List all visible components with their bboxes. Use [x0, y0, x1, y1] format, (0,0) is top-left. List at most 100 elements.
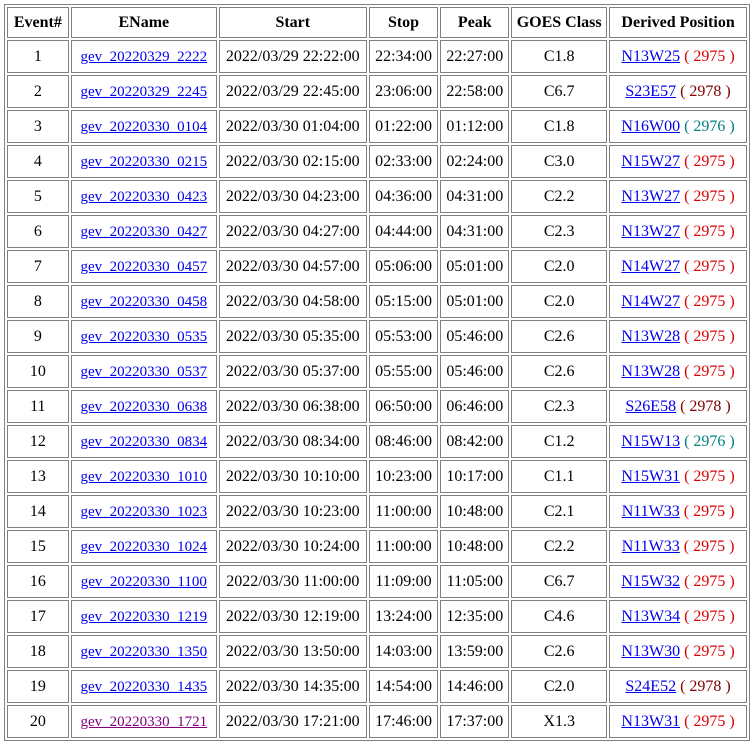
- ename-link[interactable]: gev_20220330_1721: [80, 714, 207, 730]
- ename-link[interactable]: gev_20220330_0834: [80, 434, 207, 450]
- ar-number: 2975: [693, 572, 726, 590]
- position-link[interactable]: S24E52: [625, 678, 676, 695]
- start-time: 2022/03/29 22:22:00: [218, 40, 367, 73]
- active-region-number: ( 2975 ): [680, 328, 735, 345]
- goes-class: X1.3: [511, 705, 608, 738]
- position-link[interactable]: N13W27: [621, 223, 680, 240]
- ename-link[interactable]: gev_20220330_1010: [80, 469, 207, 485]
- goes-class: C2.3: [511, 215, 608, 248]
- start-time: 2022/03/30 02:15:00: [218, 145, 367, 178]
- position-link[interactable]: S26E58: [625, 398, 676, 415]
- ename-cell: gev_20220330_0535: [70, 320, 217, 353]
- stop-time: 04:36:00: [368, 180, 439, 213]
- ename-link[interactable]: gev_20220329_2222: [80, 49, 207, 65]
- active-region-number: ( 2975 ): [680, 503, 735, 520]
- goes-class: C4.6: [511, 600, 608, 633]
- ename-link[interactable]: gev_20220330_0423: [80, 189, 207, 205]
- ename-link[interactable]: gev_20220330_0537: [80, 364, 207, 380]
- position-link[interactable]: N13W31: [621, 713, 680, 730]
- position-link[interactable]: N15W27: [621, 153, 680, 170]
- position-link[interactable]: N15W32: [621, 573, 680, 590]
- event-number: 1: [7, 40, 69, 73]
- start-time: 2022/03/30 01:04:00: [218, 110, 367, 143]
- position-link[interactable]: N14W27: [621, 293, 680, 310]
- ename-link[interactable]: gev_20220330_1435: [80, 679, 207, 695]
- position-link[interactable]: N13W27: [621, 188, 680, 205]
- position-link[interactable]: N13W28: [621, 328, 680, 345]
- ar-open-paren: (: [680, 712, 694, 730]
- position-link[interactable]: S23E57: [625, 83, 676, 100]
- position-link[interactable]: N16W00: [621, 118, 680, 135]
- ename-link[interactable]: gev_20220330_0457: [80, 259, 207, 275]
- peak-time: 08:42:00: [440, 425, 510, 458]
- derived-position-cell: N13W28 ( 2975 ): [609, 355, 747, 388]
- stop-time: 10:23:00: [368, 460, 439, 493]
- stop-time: 13:24:00: [368, 600, 439, 633]
- position-link[interactable]: N13W28: [621, 363, 680, 380]
- ar-close-paren: ): [725, 117, 735, 135]
- ename-cell: gev_20220329_2222: [70, 40, 217, 73]
- table-row: 19 gev_20220330_1435 2022/03/30 14:35:00 14…: [7, 670, 747, 703]
- position-link[interactable]: N11W33: [622, 503, 680, 520]
- ar-close-paren: ): [725, 712, 735, 730]
- ename-link[interactable]: gev_20220330_1219: [80, 609, 207, 625]
- peak-time: 06:46:00: [440, 390, 510, 423]
- ename-cell: gev_20220330_1024: [70, 530, 217, 563]
- peak-time: 10:48:00: [440, 530, 510, 563]
- ename-link[interactable]: gev_20220329_2245: [80, 84, 207, 100]
- ename-link[interactable]: gev_20220330_1350: [80, 644, 207, 660]
- position-link[interactable]: N13W34: [621, 608, 680, 625]
- ar-open-paren: (: [680, 152, 694, 170]
- position-link[interactable]: N15W31: [621, 468, 680, 485]
- ename-link[interactable]: gev_20220330_0215: [80, 154, 207, 170]
- position-link[interactable]: N11W33: [622, 538, 680, 555]
- ar-open-paren: (: [680, 642, 694, 660]
- peak-time: 22:27:00: [440, 40, 510, 73]
- event-number: 12: [7, 425, 69, 458]
- ename-link[interactable]: gev_20220330_1100: [81, 574, 207, 590]
- stop-time: 04:44:00: [368, 215, 439, 248]
- derived-position-cell: S26E58 ( 2978 ): [609, 390, 747, 423]
- active-region-number: ( 2976 ): [680, 433, 735, 450]
- active-region-number: ( 2978 ): [676, 83, 731, 100]
- stop-time: 17:46:00: [368, 705, 439, 738]
- ename-cell: gev_20220330_0215: [70, 145, 217, 178]
- goes-class: C2.0: [511, 285, 608, 318]
- ename-link[interactable]: gev_20220330_1023: [80, 504, 207, 520]
- ename-link[interactable]: gev_20220330_0104: [80, 119, 207, 135]
- goes-class: C2.3: [511, 390, 608, 423]
- ename-link[interactable]: gev_20220330_0458: [80, 294, 207, 310]
- event-number: 15: [7, 530, 69, 563]
- position-link[interactable]: N15W13: [621, 433, 680, 450]
- ar-number: 2975: [693, 257, 726, 275]
- ar-close-paren: ): [725, 47, 735, 65]
- position-link[interactable]: N14W27: [621, 258, 680, 275]
- ename-link[interactable]: gev_20220330_0638: [80, 399, 207, 415]
- ename-link[interactable]: gev_20220330_0535: [80, 329, 207, 345]
- ar-close-paren: ): [725, 327, 735, 345]
- ename-link[interactable]: gev_20220330_1024: [80, 539, 207, 555]
- ar-close-paren: ): [721, 82, 731, 100]
- ename-cell: gev_20220330_0834: [70, 425, 217, 458]
- header-stop: Stop: [368, 7, 439, 38]
- ar-number: 2976: [693, 117, 726, 135]
- position-link[interactable]: N13W30: [621, 643, 680, 660]
- ename-link[interactable]: gev_20220330_0427: [80, 224, 207, 240]
- event-number: 19: [7, 670, 69, 703]
- position-link[interactable]: N13W25: [621, 48, 680, 65]
- ename-cell: gev_20220330_1721: [70, 705, 217, 738]
- event-number: 3: [7, 110, 69, 143]
- ar-open-paren: (: [680, 467, 694, 485]
- active-region-number: ( 2975 ): [680, 468, 735, 485]
- derived-position-cell: N13W30 ( 2975 ): [609, 635, 747, 668]
- active-region-number: ( 2978 ): [676, 398, 731, 415]
- table-row: 5 gev_20220330_0423 2022/03/30 04:23:00 04:…: [7, 180, 747, 213]
- event-number: 9: [7, 320, 69, 353]
- peak-time: 13:59:00: [440, 635, 510, 668]
- derived-position-cell: N13W28 ( 2975 ): [609, 320, 747, 353]
- table-row: 8 gev_20220330_0458 2022/03/30 04:58:00 05:…: [7, 285, 747, 318]
- ar-open-paren: (: [676, 677, 690, 695]
- table-row: 1 gev_20220329_2222 2022/03/29 22:22:00 22:…: [7, 40, 747, 73]
- ar-open-paren: (: [676, 397, 690, 415]
- active-region-number: ( 2975 ): [680, 713, 735, 730]
